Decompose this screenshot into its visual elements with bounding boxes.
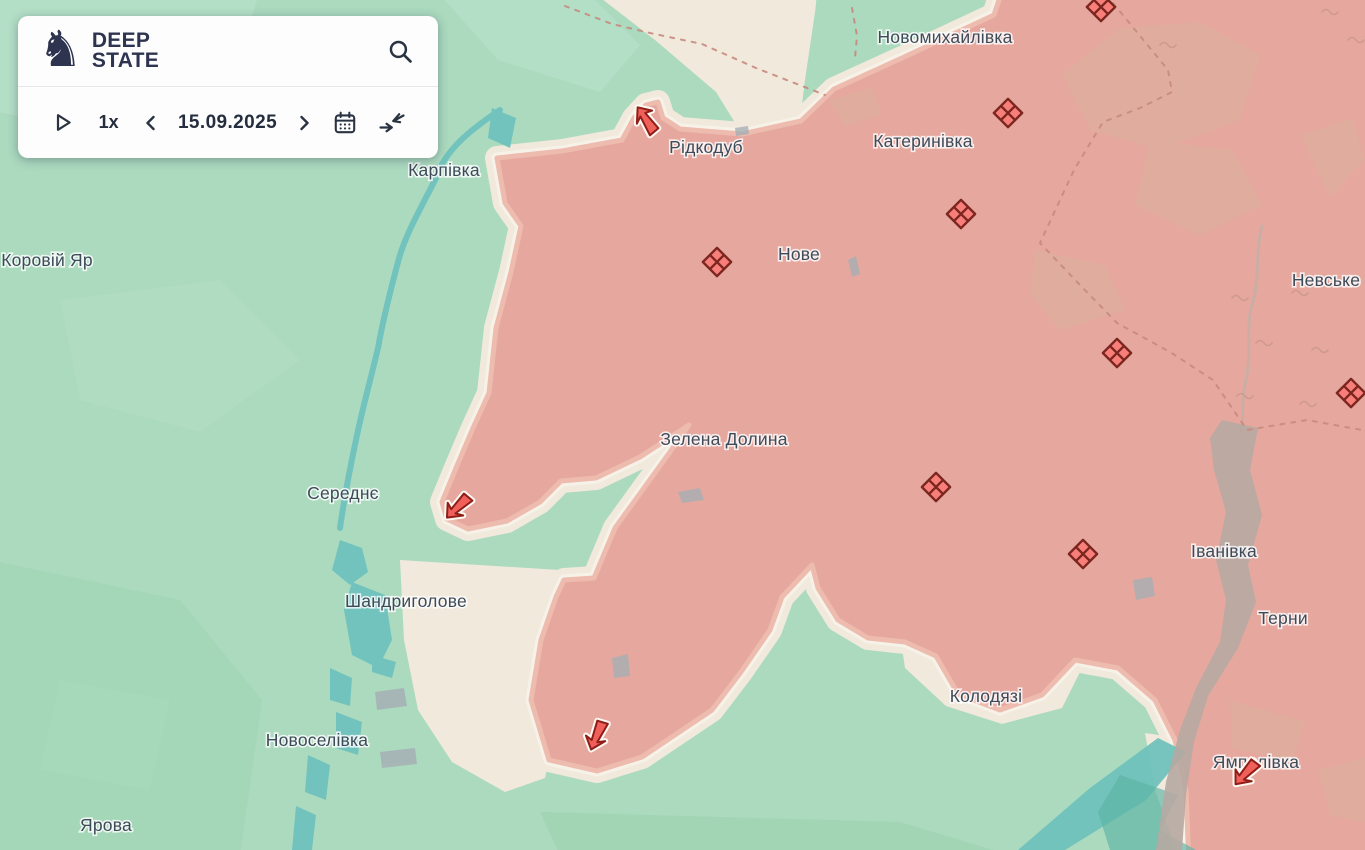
control-panel: ♞ DEEP STATE 1x 15.09.2025 — [18, 16, 438, 158]
settlement-label: Колодязі — [950, 686, 1023, 706]
settlement-label: Рідкодуб — [669, 137, 743, 157]
calendar-icon — [332, 110, 358, 136]
settlement-label: Новоселівка — [266, 730, 369, 750]
play-icon — [50, 110, 75, 135]
settlement-label: Нове — [778, 244, 820, 264]
search-icon — [387, 38, 414, 65]
panel-header: ♞ DEEP STATE — [18, 16, 438, 86]
deepstate-logo[interactable]: ♞ DEEP STATE — [38, 31, 159, 71]
settlement-label: Коровій Яр — [1, 250, 93, 270]
search-button[interactable] — [385, 36, 416, 67]
brand-line-2: STATE — [92, 51, 159, 71]
settlement-label: Ярова — [80, 815, 132, 835]
converge-arrows-icon — [378, 110, 406, 135]
calendar-button[interactable] — [330, 108, 360, 138]
speed-button[interactable]: 1x — [93, 111, 125, 134]
brand-name: DEEP STATE — [92, 31, 159, 70]
settlement-label: Іванівка — [1191, 541, 1257, 561]
settlement-label: Середнє — [307, 483, 379, 503]
settlement-label: Катеринівка — [873, 131, 972, 151]
chevron-right-icon — [295, 114, 313, 132]
chevron-left-icon — [142, 114, 160, 132]
settlement-label: Зелена Долина — [660, 429, 787, 449]
settlement-label: Терни — [1258, 608, 1308, 628]
settlement-label: Невське — [1292, 270, 1360, 290]
play-button[interactable] — [48, 108, 77, 137]
knight-logo-icon: ♞ — [38, 27, 83, 71]
next-date-button[interactable] — [293, 112, 315, 134]
settlement-label: Новомихайлівка — [877, 27, 1012, 47]
date-display[interactable]: 15.09.2025 — [178, 112, 277, 134]
prev-date-button[interactable] — [140, 112, 162, 134]
settlement-label: Шандриголове — [345, 591, 467, 611]
compare-dates-button[interactable] — [376, 108, 408, 137]
timeline-controls: 1x 15.09.2025 — [18, 87, 438, 158]
settlement-label: Карпівка — [408, 160, 480, 180]
